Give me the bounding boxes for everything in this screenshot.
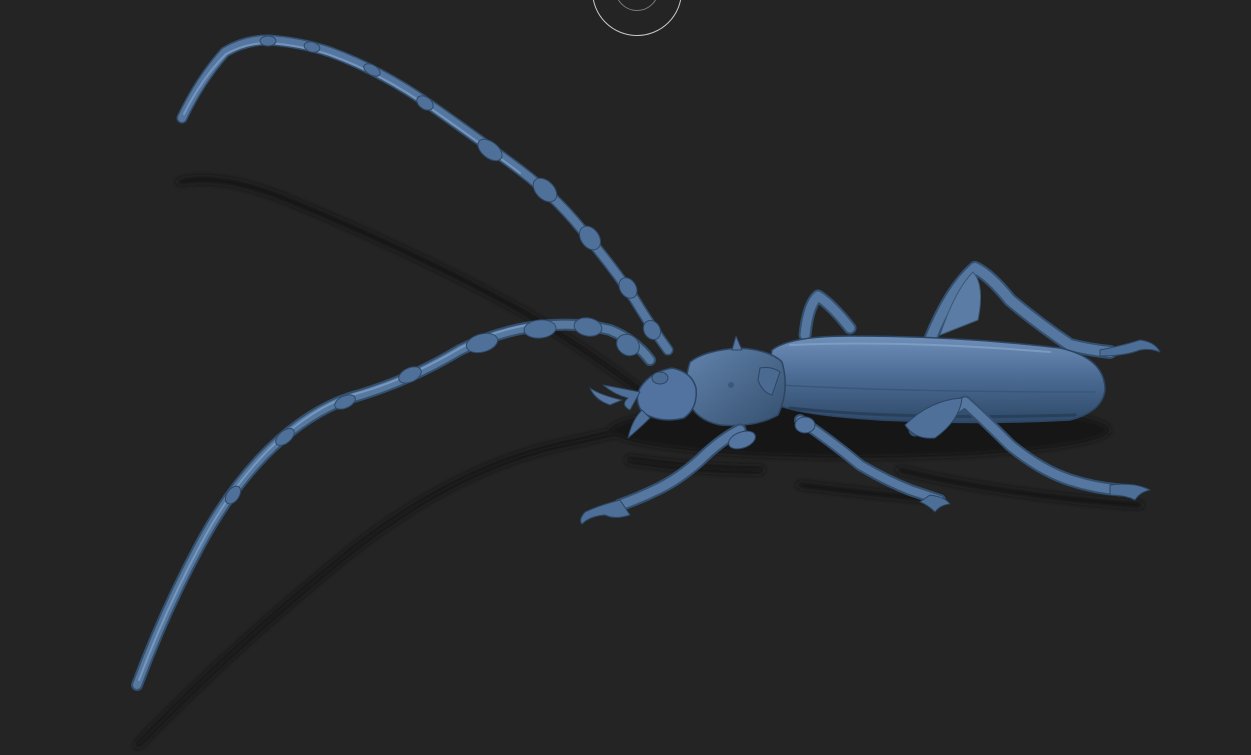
orbit-gizmo-inner-ring — [615, 0, 659, 11]
pronotum-dimple — [728, 382, 734, 388]
eye — [651, 371, 669, 385]
antenna-upper[interactable] — [176, 34, 674, 356]
model-shadow — [134, 176, 1143, 749]
pronotum-spine — [731, 335, 743, 351]
3d-viewport[interactable] — [0, 0, 1251, 755]
antenna-lower[interactable] — [131, 318, 656, 691]
beetle-model-render[interactable] — [0, 0, 1251, 755]
beetle-model[interactable] — [131, 34, 1161, 691]
leg-mid-far[interactable] — [798, 289, 857, 342]
antenna-upper-segments — [259, 35, 662, 341]
